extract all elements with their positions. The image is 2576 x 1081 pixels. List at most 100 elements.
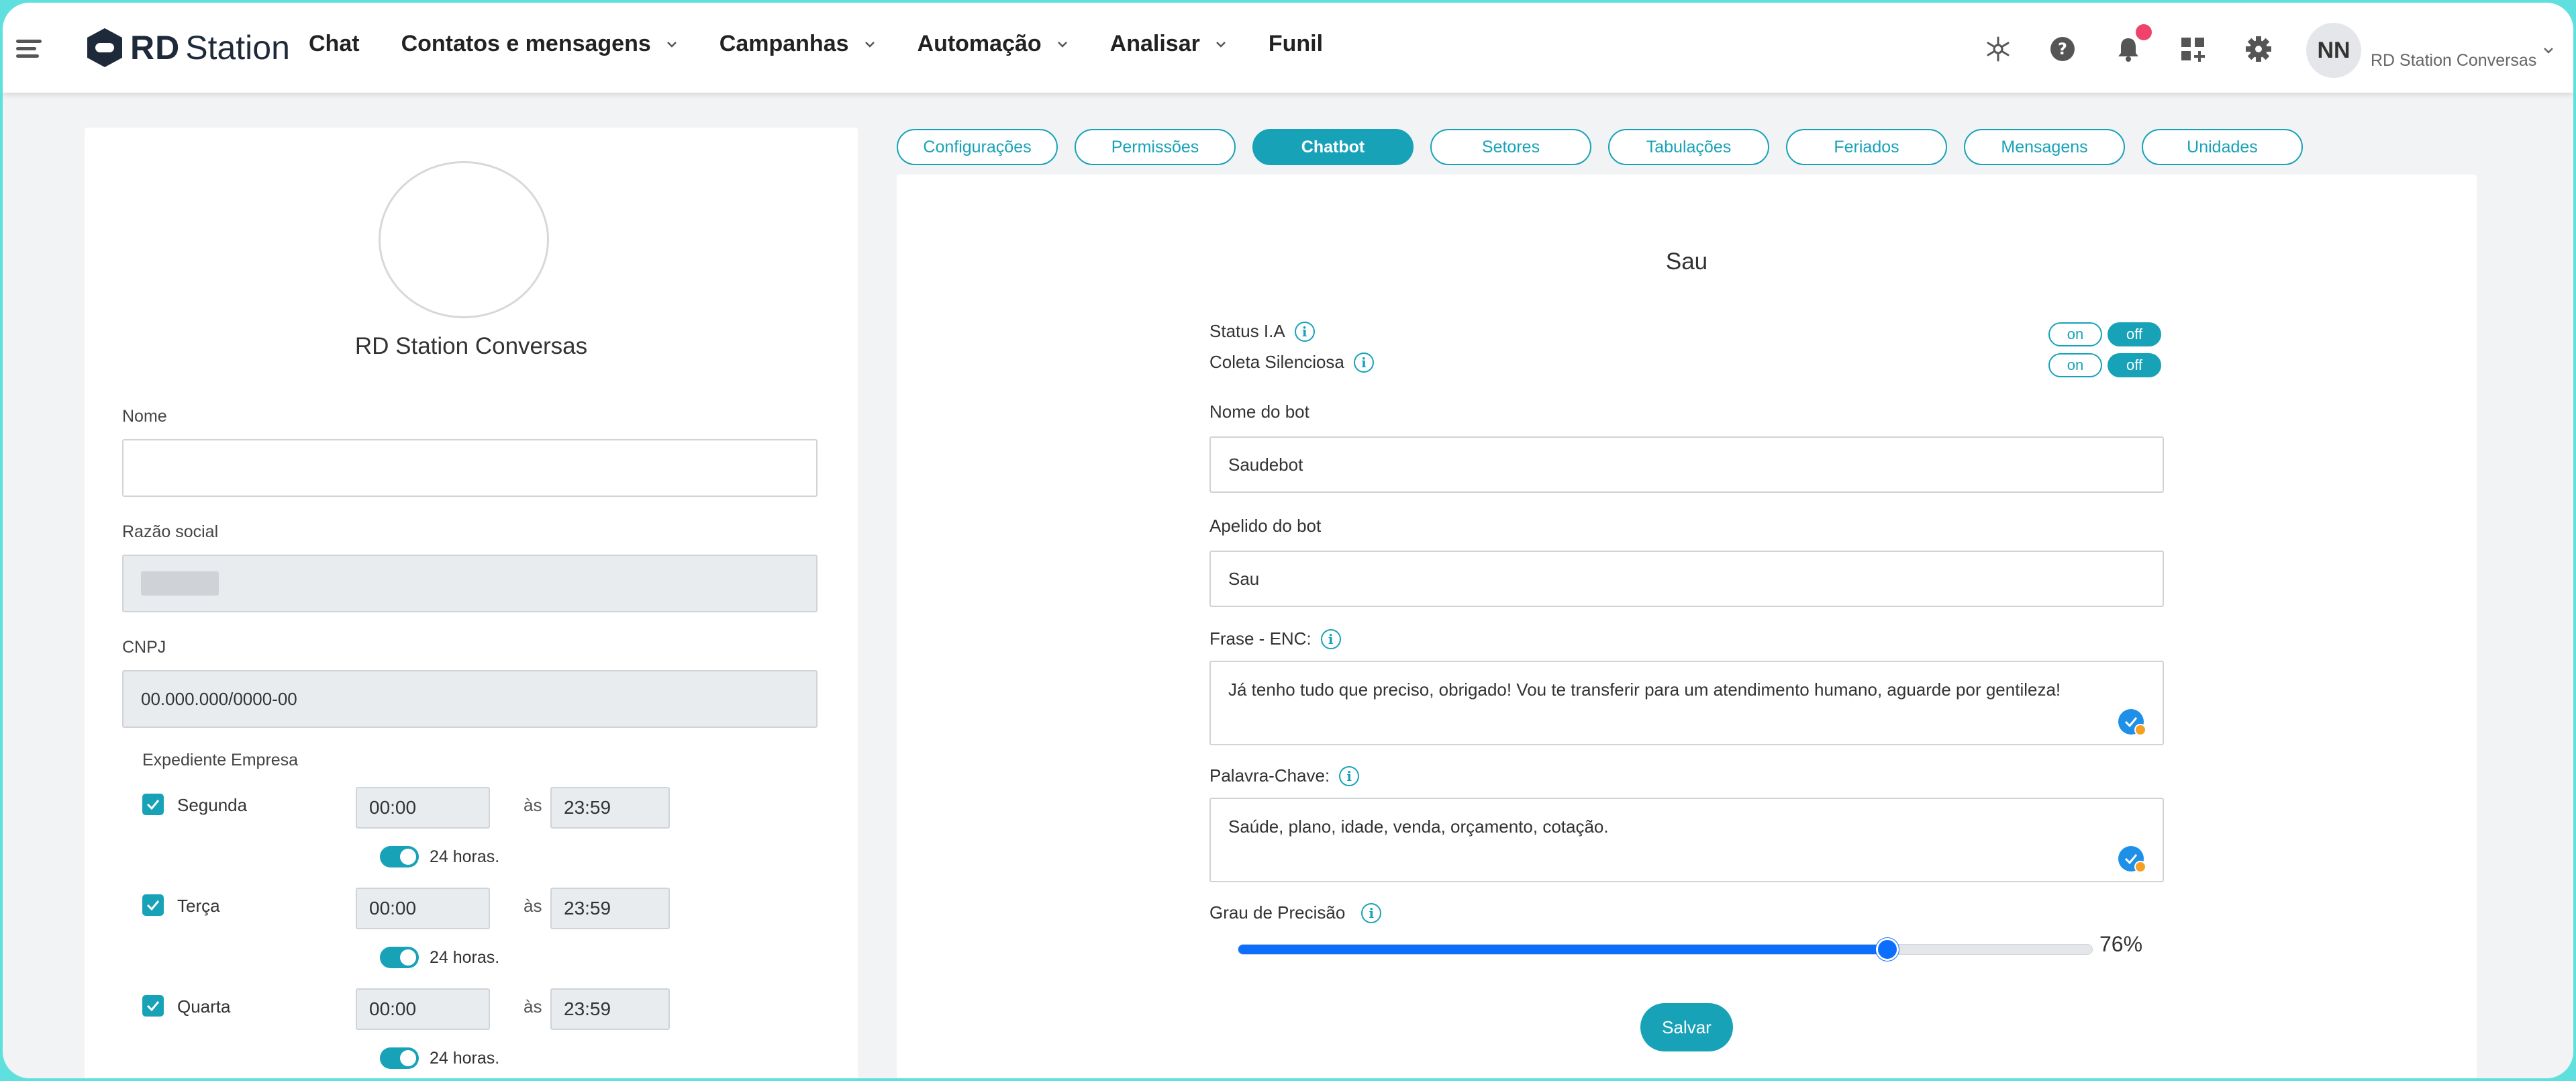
end-time-input[interactable]: 23:59 xyxy=(550,988,670,1030)
logo-text-rd: RD xyxy=(130,29,181,66)
nome-label: Nome xyxy=(122,407,167,426)
precision-label: Grau de Precisão i xyxy=(1209,902,1382,923)
coleta-silenciosa-toggle: on off xyxy=(2048,353,2161,377)
coleta-silenciosa-text: Coleta Silenciosa xyxy=(1209,352,1344,372)
nav-funil[interactable]: Funil xyxy=(1269,31,1323,57)
status-ia-text: Status I.A xyxy=(1209,321,1285,341)
check-icon xyxy=(146,1001,160,1011)
integrations-icon[interactable] xyxy=(1984,35,2012,63)
nome-input[interactable] xyxy=(122,439,818,497)
separator-label: às xyxy=(524,795,542,815)
full-day-toggle[interactable] xyxy=(380,1047,419,1069)
save-button[interactable]: Salvar xyxy=(1640,1003,1733,1051)
palavra-chave-label: Palavra-Chave: i xyxy=(1209,765,1360,786)
day-checkbox[interactable] xyxy=(142,995,164,1017)
start-time-input[interactable]: 00:00 xyxy=(356,888,490,929)
status-ia-toggle: on off xyxy=(2048,322,2161,346)
full-day-label: 24 horas. xyxy=(430,1049,500,1068)
add-app-icon[interactable] xyxy=(2179,35,2207,63)
day-checkbox[interactable] xyxy=(142,894,164,916)
full-day-toggle[interactable] xyxy=(380,846,419,867)
bot-name-input[interactable]: Saudebot xyxy=(1209,436,2164,493)
status-ia-on-button[interactable]: on xyxy=(2048,322,2102,346)
avatar[interactable]: NN xyxy=(2306,23,2361,78)
precision-slider-handle[interactable] xyxy=(1875,938,1899,961)
tab-setores[interactable]: Setores xyxy=(1430,129,1591,165)
logo-text-station: Station xyxy=(185,29,290,66)
check-icon xyxy=(146,900,160,910)
schedule-label: Expediente Empresa xyxy=(142,751,299,769)
nav-contatos[interactable]: Contatos e mensagens xyxy=(401,31,678,57)
bot-nick-label: Apelido do bot xyxy=(1209,516,1322,536)
info-icon[interactable]: i xyxy=(1353,352,1374,373)
day-name: Terça xyxy=(177,896,220,916)
precision-slider[interactable] xyxy=(1238,938,2093,961)
bot-nick-input[interactable]: Sau xyxy=(1209,551,2164,607)
rd-logo-icon xyxy=(87,28,122,67)
chevron-down-icon xyxy=(864,41,875,48)
company-card: RD Station Conversas Nome Razão social C… xyxy=(85,128,858,1078)
end-time-input[interactable]: 23:59 xyxy=(550,888,670,929)
separator-label: às xyxy=(524,896,542,916)
company-avatar[interactable] xyxy=(379,161,549,318)
palavra-chave-textarea[interactable]: Saúde, plano, idade, venda, orçamento, c… xyxy=(1209,798,2164,882)
tab-permissoes[interactable]: Permissões xyxy=(1075,129,1236,165)
start-time-input[interactable]: 00:00 xyxy=(356,787,490,829)
schedule-row-segunda: Segunda 00:00 às 23:59 24 horas. xyxy=(142,787,670,888)
cnpj-label: CNPJ xyxy=(122,638,166,657)
rd-station-logo[interactable]: RD Station xyxy=(86,26,290,70)
day-name: Quarta xyxy=(177,996,231,1017)
status-ia-off-button[interactable]: off xyxy=(2108,322,2161,346)
tab-feriados[interactable]: Feriados xyxy=(1786,129,1947,165)
gear-icon[interactable] xyxy=(2244,35,2273,63)
info-icon[interactable]: i xyxy=(1361,902,1382,923)
schedule-row-terca: Terça 00:00 às 23:59 24 horas. xyxy=(142,888,670,988)
company-name: RD Station Conversas xyxy=(354,333,588,359)
nav-funil-label: Funil xyxy=(1268,31,1324,56)
notification-badge xyxy=(2136,24,2152,40)
help-icon[interactable]: ? xyxy=(2048,35,2077,63)
nav-campanhas[interactable]: Campanhas xyxy=(720,31,876,57)
coleta-on-button[interactable]: on xyxy=(2048,353,2102,377)
menu-icon[interactable] xyxy=(16,40,42,58)
precision-text: Grau de Precisão xyxy=(1209,902,1346,923)
start-time-input[interactable]: 00:00 xyxy=(356,988,490,1030)
day-checkbox[interactable] xyxy=(142,794,164,815)
end-time-input[interactable]: 23:59 xyxy=(550,787,670,829)
tab-unidades[interactable]: Unidades xyxy=(2142,129,2303,165)
info-icon[interactable]: i xyxy=(1339,765,1360,786)
nav-chat[interactable]: Chat xyxy=(309,31,360,57)
nav-automacao[interactable]: Automação xyxy=(918,31,1069,57)
frase-enc-value: Já tenho tudo que preciso, obrigado! Vou… xyxy=(1228,679,2061,700)
separator-label: às xyxy=(524,996,542,1017)
tab-configuracoes[interactable]: Configurações xyxy=(897,129,1058,165)
bell-icon[interactable] xyxy=(2114,35,2142,63)
account-name[interactable]: RD Station Conversas xyxy=(2371,51,2536,70)
frase-enc-label: Frase - ENC: i xyxy=(1209,628,1341,649)
tab-chatbot[interactable]: Chatbot xyxy=(1252,129,1414,165)
info-icon[interactable]: i xyxy=(1320,628,1341,649)
day-name: Segunda xyxy=(177,795,248,815)
tab-mensagens[interactable]: Mensagens xyxy=(1964,129,2125,165)
chevron-down-icon[interactable] xyxy=(2542,44,2555,56)
coleta-off-button[interactable]: off xyxy=(2108,353,2161,377)
nav-campanhas-label: Campanhas xyxy=(719,31,849,56)
bot-title: Sau xyxy=(1665,248,1708,275)
info-icon[interactable]: i xyxy=(1294,321,1315,342)
nav-contatos-label: Contatos e mensagens xyxy=(401,31,651,56)
app-frame: RD Station Chat Contatos e mensagens Cam… xyxy=(3,3,2573,1078)
avatar-initials: NN xyxy=(2317,37,2350,63)
grammar-check-icon[interactable] xyxy=(2118,709,2146,736)
full-day-toggle[interactable] xyxy=(380,947,419,968)
grammar-check-icon[interactable] xyxy=(2118,846,2146,873)
chevron-down-icon xyxy=(666,41,677,48)
full-day-label: 24 horas. xyxy=(430,847,500,866)
frase-enc-textarea[interactable]: Já tenho tudo que preciso, obrigado! Vou… xyxy=(1209,661,2164,745)
chevron-down-icon xyxy=(1057,41,1067,48)
redacted-value xyxy=(141,571,219,596)
tab-tabulacoes[interactable]: Tabulações xyxy=(1608,129,1769,165)
cnpj-input: 00.000.000/0000-00 xyxy=(122,670,818,728)
nav-analisar[interactable]: Analisar xyxy=(1110,31,1227,57)
check-icon xyxy=(2124,854,2138,865)
nav-automacao-label: Automação xyxy=(917,31,1042,56)
